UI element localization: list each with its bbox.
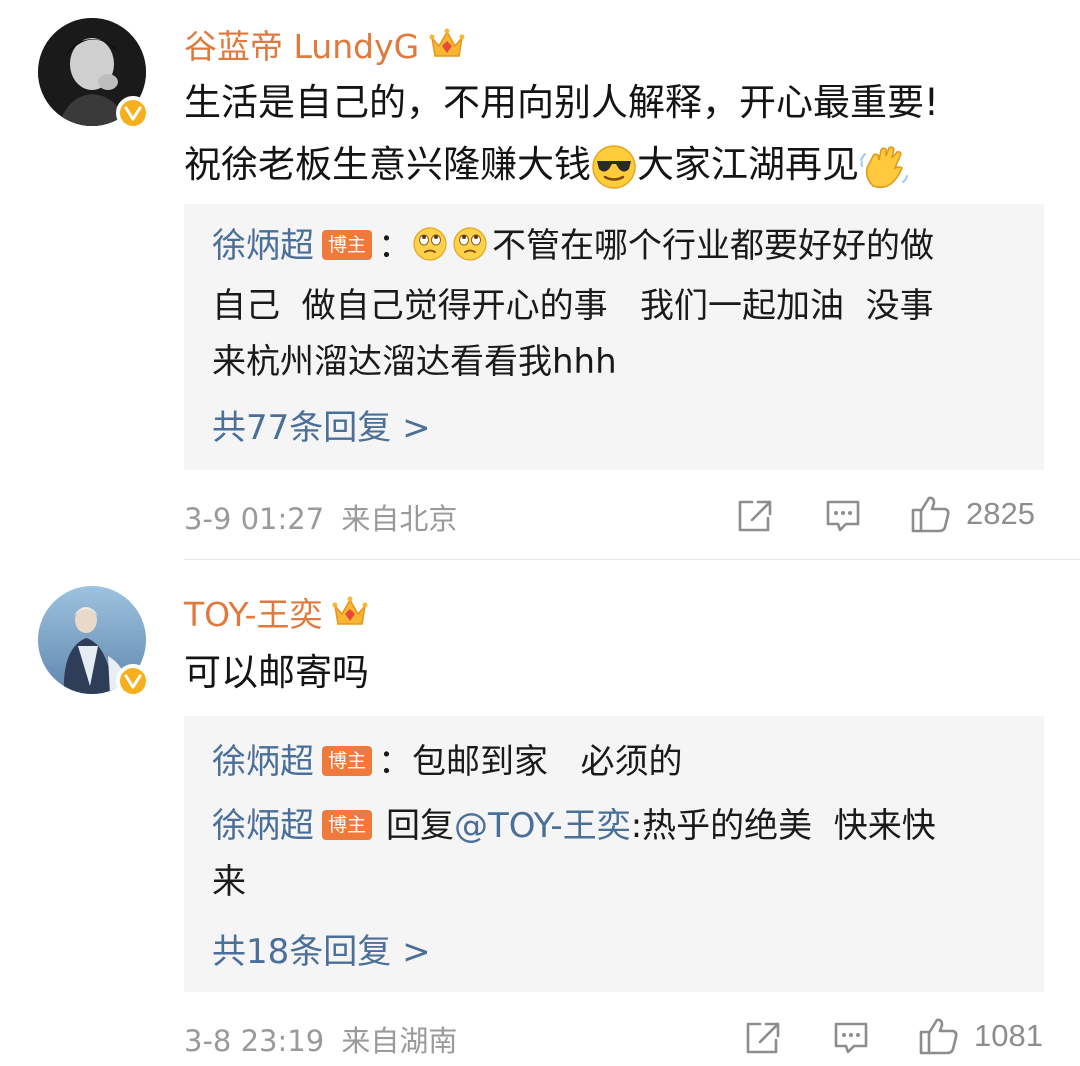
reply-author[interactable]: 徐炳超 bbox=[212, 742, 314, 782]
rolling-eyes-emoji bbox=[413, 226, 447, 261]
comment-text: 生活是自己的，不用向别人解释，开心最重要! 祝徐老板生意兴隆赚大钱 大家江湖再见 bbox=[184, 72, 1044, 196]
like-button[interactable]: 2825 bbox=[910, 494, 1035, 534]
comment-icon bbox=[834, 1022, 868, 1054]
share-icon bbox=[746, 1022, 780, 1054]
verified-icon bbox=[116, 96, 150, 130]
reply-prefix: 回复 bbox=[386, 806, 455, 846]
reply-box[interactable]: 徐炳超 博主 ：包邮到家 必须的 徐炳超 博主 回复@TOY-王奕:热乎的绝美 快来快 … bbox=[184, 716, 1044, 992]
verified-icon bbox=[116, 664, 150, 698]
username[interactable]: TOY-王奕 bbox=[184, 588, 322, 636]
host-badge: 博主 bbox=[322, 745, 373, 776]
comment-text-segment: 祝徐老板生意兴隆赚大钱 bbox=[184, 143, 591, 186]
like-icon bbox=[919, 1018, 958, 1055]
reply-text: 包邮到家 必须的 bbox=[412, 742, 683, 782]
like-count: 2825 bbox=[966, 496, 1035, 531]
sunglasses-emoji bbox=[592, 144, 636, 189]
reply-text-line: 来 bbox=[212, 862, 246, 902]
comment-text-line: 生活是自己的，不用向别人解释，开心最重要! bbox=[184, 81, 939, 124]
comment-icon bbox=[826, 500, 860, 532]
reply-item: 徐炳超 博主： 不管在哪个行业都要好好的做 bbox=[212, 218, 1002, 274]
reply-button[interactable] bbox=[824, 498, 862, 534]
comment-meta: 3-8 23:19 来自湖南 bbox=[184, 1018, 457, 1060]
comment-list: 谷蓝帝 LundyG 生活是自己的，不用向别人解释，开心最重要! 祝徐老板生意兴… bbox=[0, 0, 1080, 1066]
host-badge: 博主 bbox=[322, 809, 373, 840]
crown-icon bbox=[332, 596, 368, 625]
waving-hand-emoji bbox=[860, 145, 908, 188]
reply-button[interactable] bbox=[832, 1020, 870, 1056]
username[interactable]: 谷蓝帝 LundyG bbox=[184, 20, 419, 68]
share-icon bbox=[738, 500, 772, 532]
reply-text: :热乎的绝美 快来快 bbox=[630, 806, 936, 846]
reply-author[interactable]: 徐炳超 bbox=[212, 226, 314, 266]
host-badge: 博主 bbox=[322, 229, 373, 260]
reply-text: 不管在哪个行业都要好好的做 bbox=[492, 226, 935, 266]
reply-separator: ： bbox=[378, 742, 413, 782]
comment-text: 可以邮寄吗 bbox=[184, 651, 369, 694]
like-count: 1081 bbox=[974, 1018, 1043, 1053]
crown-icon bbox=[429, 28, 465, 57]
comment-meta: 3-9 01:27 来自北京 bbox=[184, 496, 457, 538]
mention-link[interactable]: @TOY-王奕 bbox=[454, 806, 631, 846]
reply-item: 徐炳超 博主 ：包邮到家 必须的 bbox=[212, 734, 1002, 790]
more-replies-link[interactable]: 共18条回复 > bbox=[212, 924, 431, 973]
comment-text-line: 祝徐老板生意兴隆赚大钱 大家江湖再见 bbox=[184, 134, 1044, 196]
reply-item: 徐炳超 博主 回复@TOY-王奕:热乎的绝美 快来快 bbox=[212, 798, 1002, 854]
location: 来自湖南 bbox=[341, 1024, 458, 1058]
comment-text-segment: 大家江湖再见 bbox=[637, 143, 859, 186]
divider bbox=[184, 559, 1080, 560]
reply-separator: ： bbox=[378, 226, 413, 266]
share-button[interactable] bbox=[744, 1020, 782, 1056]
share-button[interactable] bbox=[736, 498, 774, 534]
more-replies-link[interactable]: 共77条回复 > bbox=[212, 400, 431, 449]
timestamp: 3-9 01:27 bbox=[184, 502, 325, 536]
location: 来自北京 bbox=[341, 502, 458, 536]
timestamp: 3-8 23:19 bbox=[184, 1024, 325, 1058]
rolling-eyes-emoji bbox=[453, 226, 487, 261]
like-button[interactable]: 1081 bbox=[918, 1016, 1043, 1056]
reply-text-line: 来杭州溜达溜达看看我hhh bbox=[212, 342, 617, 382]
reply-box[interactable]: 徐炳超 博主： 不管在哪个行业都要好好的做 自己 做自己觉得开心的事 我们一起加油… bbox=[184, 204, 1044, 470]
reply-text-line: 自己 做自己觉得开心的事 我们一起加油 没事 bbox=[212, 286, 934, 326]
avatar[interactable] bbox=[38, 18, 150, 130]
avatar[interactable] bbox=[38, 586, 150, 698]
like-icon bbox=[911, 496, 950, 533]
reply-author[interactable]: 徐炳超 bbox=[212, 806, 314, 846]
